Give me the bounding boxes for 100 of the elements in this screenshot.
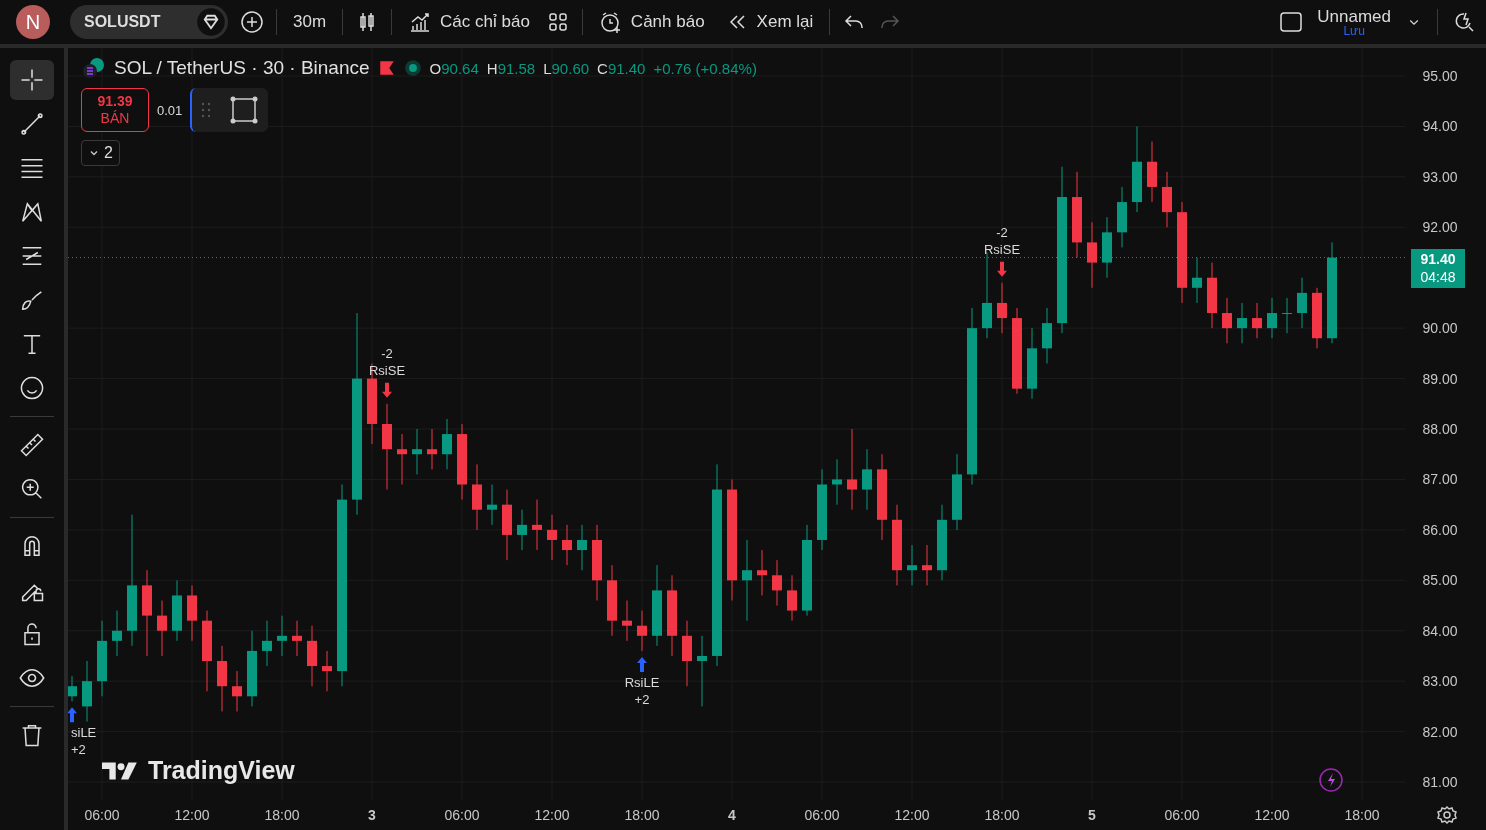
sell-button[interactable]: 91.39 BÁN [81, 88, 149, 132]
time-label: 06:00 [1164, 807, 1200, 823]
indicators-button[interactable]: Các chỉ báo [404, 10, 534, 34]
candle [487, 484, 497, 526]
time-label: 3 [368, 807, 376, 823]
price-label: 85.00 [1422, 572, 1458, 589]
drawing-tool[interactable] [10, 60, 54, 100]
candle [1147, 141, 1157, 203]
candle [1282, 297, 1292, 334]
time-label: 18:00 [984, 807, 1020, 823]
candle [157, 600, 167, 657]
alarm-clock-icon [598, 10, 623, 34]
drag-handle-panel[interactable] [190, 88, 269, 132]
time-label: 12:00 [174, 807, 210, 823]
candle [517, 509, 527, 551]
candle [1117, 186, 1127, 248]
price-label: 81.00 [1422, 774, 1458, 791]
candle [622, 600, 632, 642]
time-label: 12:00 [534, 807, 570, 823]
countdown: 04:48 [1420, 268, 1456, 286]
up-arrow-icon [637, 656, 647, 672]
candle [772, 559, 782, 607]
grip-icon [201, 101, 212, 119]
layout-name[interactable]: Unnamed [1317, 7, 1391, 25]
candle [1312, 287, 1322, 349]
candle [1042, 307, 1052, 364]
candle [502, 489, 512, 561]
price-label: 92.00 [1422, 219, 1458, 236]
settings-icon[interactable] [1437, 805, 1457, 825]
time-label: 18:00 [264, 807, 300, 823]
layout-icon[interactable] [1279, 10, 1304, 34]
ohlc-value: 91.58 [497, 59, 536, 77]
replay-button[interactable]: Xem lại [720, 10, 818, 34]
candle [1102, 216, 1112, 279]
flag-icon[interactable] [377, 59, 396, 77]
quantity-value[interactable]: 0.01 [157, 102, 183, 118]
candle [82, 660, 92, 723]
candle [862, 448, 872, 511]
time-label: 12:00 [894, 807, 930, 823]
rectangle-icon [229, 95, 260, 125]
price-label: 84.00 [1422, 622, 1458, 639]
ohlc-value: 90.60 [551, 59, 590, 77]
candle [187, 584, 197, 642]
candle [472, 463, 482, 531]
emoji-icon [18, 374, 46, 402]
up-arrow-icon [68, 707, 77, 723]
price-label: 83.00 [1422, 673, 1458, 690]
candle [907, 544, 917, 586]
time-label: 06:00 [84, 807, 120, 823]
collapse-button[interactable]: 2 [81, 140, 120, 166]
candle [397, 433, 407, 485]
candle [682, 620, 692, 687]
candle [1192, 257, 1202, 304]
candle [997, 282, 1007, 334]
candle [562, 524, 572, 566]
signal-label: RsiLE +2 [624, 674, 660, 707]
ohlc-label: L [543, 59, 552, 77]
candle [442, 418, 452, 470]
candle [532, 499, 542, 551]
ohlc-label: C [597, 59, 608, 77]
candle [1267, 297, 1277, 339]
time-label: 06:00 [804, 807, 840, 823]
candle [292, 620, 302, 657]
candle [637, 610, 647, 652]
price-label: 88.00 [1422, 421, 1458, 437]
lightning-icon[interactable] [1319, 768, 1343, 792]
add-icon[interactable] [240, 10, 264, 34]
save-link[interactable]: Lưu [1343, 24, 1365, 37]
candle [68, 675, 77, 702]
candle [547, 514, 557, 561]
price-label: 90.00 [1422, 320, 1458, 337]
candle [1222, 297, 1232, 344]
signal-label: -2 RsiSE [983, 224, 1021, 257]
ohlc-label: H [486, 59, 498, 77]
candle [1237, 302, 1247, 344]
status-dot-icon [403, 59, 422, 77]
candle [277, 615, 287, 657]
interval-button[interactable]: 30m [289, 12, 331, 32]
candle [697, 635, 707, 707]
brand-name: TradingView [148, 756, 295, 785]
price-label: 82.00 [1422, 723, 1458, 740]
ruler-icon [18, 431, 46, 459]
time-label: 06:00 [444, 807, 480, 823]
coin-icon [82, 56, 106, 80]
user-avatar[interactable]: N [16, 5, 50, 39]
candle [1297, 277, 1307, 329]
time-label: 12:00 [1254, 807, 1290, 823]
symbol-title[interactable]: SOL / TetherUS · 30 · Binance [114, 57, 370, 79]
candle [787, 574, 797, 622]
down-arrow-icon [997, 261, 1007, 277]
alerts-button[interactable]: Cảnh báo [594, 10, 709, 34]
price-label: 95.00 [1422, 68, 1458, 84]
ohlc-value: 90.64 [441, 59, 479, 77]
candle [262, 620, 272, 667]
symbol-search[interactable]: SOLUSDT [70, 5, 228, 39]
signal-label: siLE +2 [71, 725, 97, 758]
candle [427, 428, 437, 470]
candle [322, 650, 332, 692]
price-change: +0.76 (+0.84%) [653, 59, 757, 77]
candle [232, 670, 242, 712]
